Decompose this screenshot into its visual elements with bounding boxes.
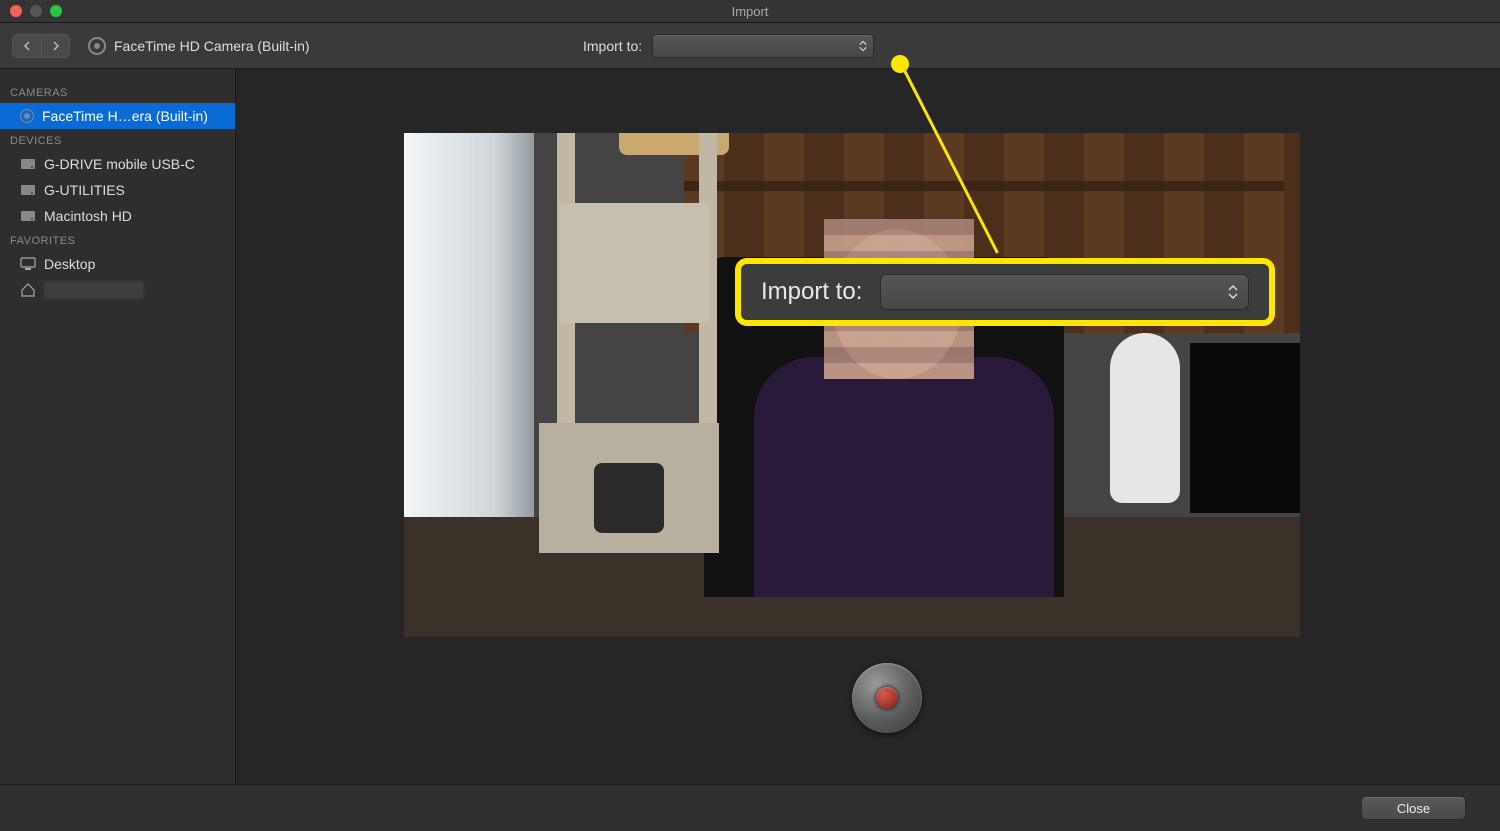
camera-ring-icon: [88, 37, 106, 55]
sidebar-item-label: Desktop: [44, 256, 95, 272]
sidebar-item-desktop[interactable]: Desktop: [0, 251, 235, 277]
nav-buttons: [12, 34, 70, 58]
sidebar-item-device[interactable]: G-UTILITIES: [0, 177, 235, 203]
sidebar-item-label: FaceTime H…era (Built-in): [42, 108, 208, 124]
import-to-popup[interactable]: [652, 34, 874, 58]
import-to-group: Import to:: [583, 34, 874, 58]
chevron-right-icon: [51, 41, 61, 51]
callout-label: Import to:: [761, 278, 862, 306]
import-to-label: Import to:: [583, 38, 642, 54]
sidebar-item-label: G-UTILITIES: [44, 182, 125, 198]
sidebar-item-label: Macintosh HD: [44, 208, 132, 224]
annotation-leader-dot: [891, 55, 909, 73]
sidebar-item-home[interactable]: [0, 277, 235, 303]
hdd-icon: [20, 182, 36, 198]
titlebar: Import: [0, 0, 1500, 23]
sidebar-item-camera[interactable]: FaceTime H…era (Built-in): [0, 103, 235, 129]
toolbar: FaceTime HD Camera (Built-in) Import to:: [0, 23, 1500, 69]
sidebar-item-device[interactable]: Macintosh HD: [0, 203, 235, 229]
main: CAMERAS FaceTime H…era (Built-in) DEVICE…: [0, 69, 1500, 784]
sidebar-item-label-blurred: [44, 281, 144, 299]
annotation-callout: Import to:: [735, 258, 1275, 326]
close-button-label: Close: [1397, 801, 1430, 816]
hdd-icon: [20, 156, 36, 172]
close-button[interactable]: Close: [1361, 796, 1466, 820]
sidebar-item-device[interactable]: G-DRIVE mobile USB-C: [0, 151, 235, 177]
hdd-icon: [20, 208, 36, 224]
forward-button[interactable]: [41, 35, 69, 57]
back-button[interactable]: [13, 35, 41, 57]
updown-arrows-icon: [859, 40, 867, 52]
window-title: Import: [732, 4, 769, 19]
sidebar-item-label: G-DRIVE mobile USB-C: [44, 156, 195, 172]
section-title-cameras: CAMERAS: [0, 81, 235, 103]
minimize-window-button[interactable]: [30, 5, 42, 17]
record-button[interactable]: [852, 663, 922, 733]
home-icon: [20, 282, 36, 298]
content: [236, 69, 1500, 784]
preview-scene: [404, 133, 1300, 637]
camera-title: FaceTime HD Camera (Built-in): [114, 38, 310, 54]
footer: Close: [0, 784, 1500, 831]
updown-arrows-icon: [1228, 284, 1238, 300]
camera-ring-icon: [20, 109, 34, 123]
close-window-button[interactable]: [10, 5, 22, 17]
desktop-icon: [20, 256, 36, 272]
section-title-favorites: FAVORITES: [0, 229, 235, 251]
window-controls: [0, 5, 62, 17]
chevron-left-icon: [22, 41, 32, 51]
camera-preview: [404, 133, 1300, 637]
callout-popup[interactable]: [880, 274, 1249, 310]
section-title-devices: DEVICES: [0, 129, 235, 151]
sidebar: CAMERAS FaceTime H…era (Built-in) DEVICE…: [0, 69, 236, 784]
zoom-window-button[interactable]: [50, 5, 62, 17]
camera-heading: FaceTime HD Camera (Built-in): [88, 37, 310, 55]
